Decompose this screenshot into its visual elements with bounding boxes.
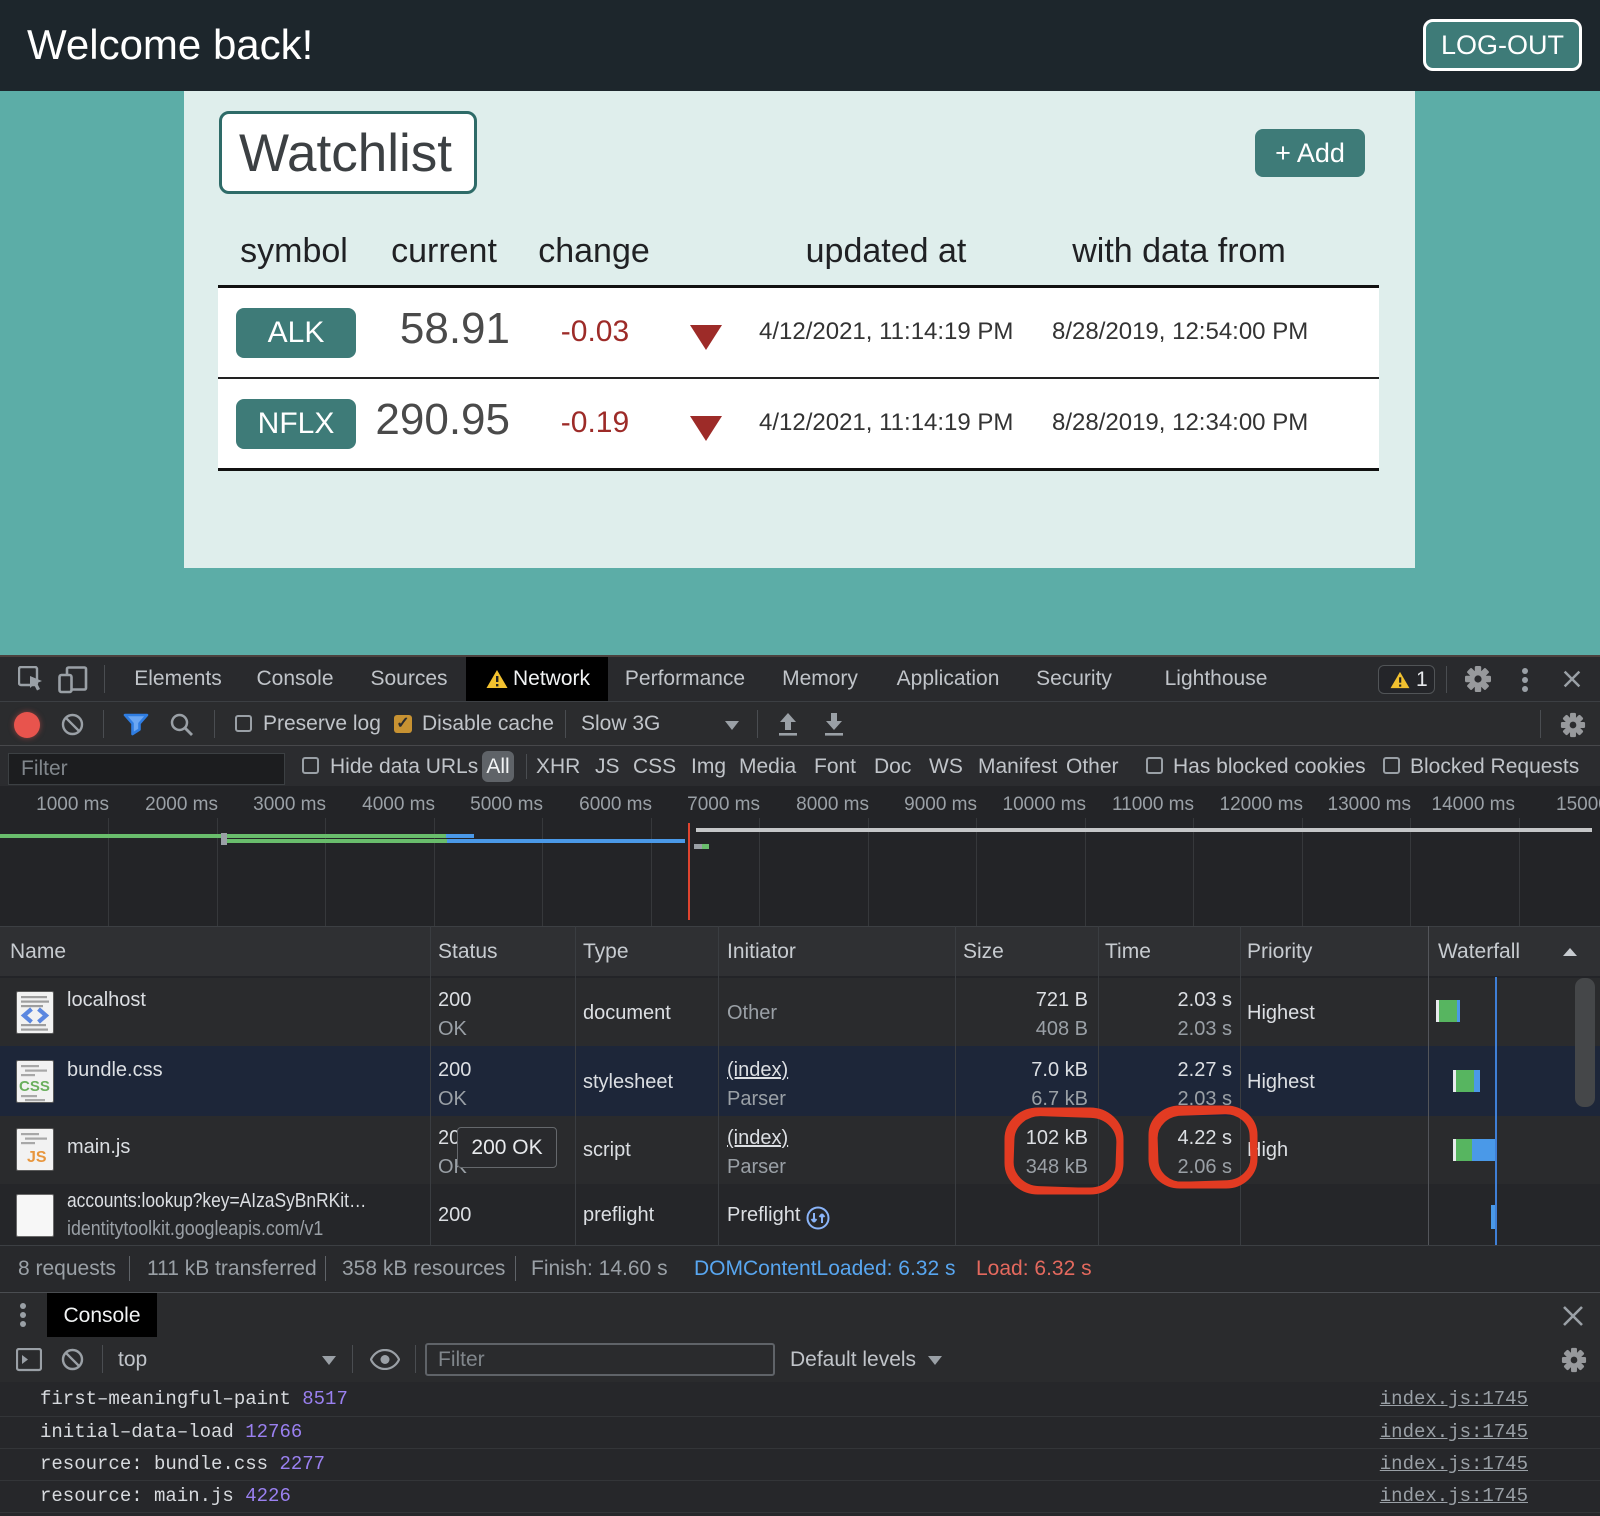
svg-text:JS: JS: [27, 1149, 47, 1166]
svg-text:CSS: CSS: [19, 1078, 50, 1095]
